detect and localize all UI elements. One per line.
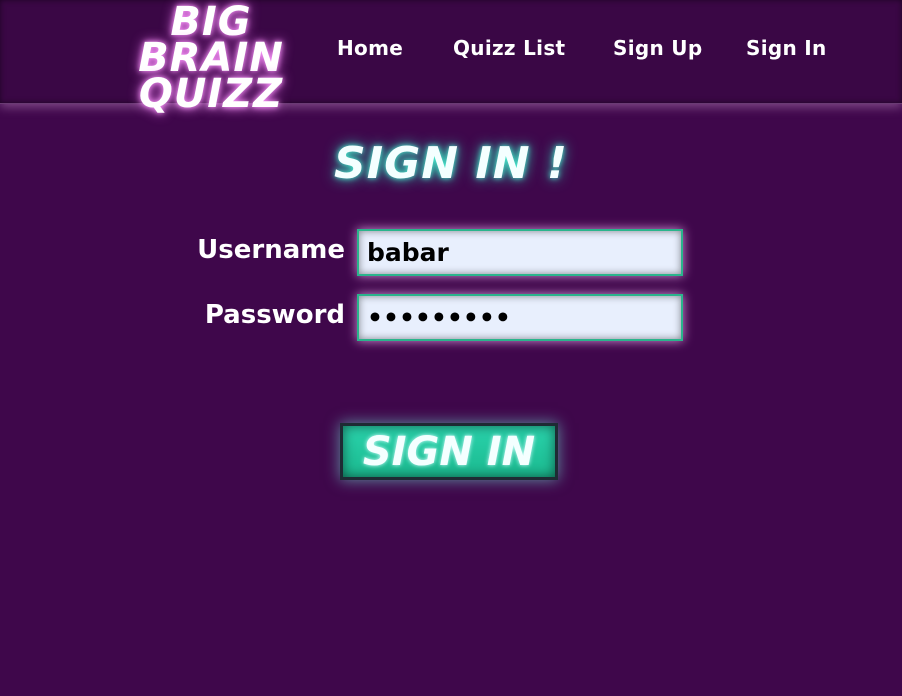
page-title: SIGN IN ! (334, 138, 568, 189)
nav-link-sign-up[interactable]: Sign Up (613, 36, 702, 60)
sign-in-button[interactable]: SIGN IN (340, 423, 558, 480)
username-input[interactable] (357, 229, 683, 276)
nav-link-home[interactable]: Home (337, 36, 403, 60)
password-label: Password (204, 300, 345, 330)
site-header: BIG BRAIN QUIZZ Home Quizz List Sign Up … (0, 0, 902, 114)
logo[interactable]: BIG BRAIN QUIZZ (98, 0, 324, 117)
username-label: Username (197, 235, 345, 265)
password-input[interactable] (357, 294, 683, 341)
nav-link-sign-in[interactable]: Sign In (746, 36, 827, 60)
logo-line-2: QUIZZ (138, 71, 284, 117)
nav-link-quizz-list[interactable]: Quizz List (453, 36, 565, 60)
logo-line-1: BIG BRAIN (138, 0, 284, 81)
